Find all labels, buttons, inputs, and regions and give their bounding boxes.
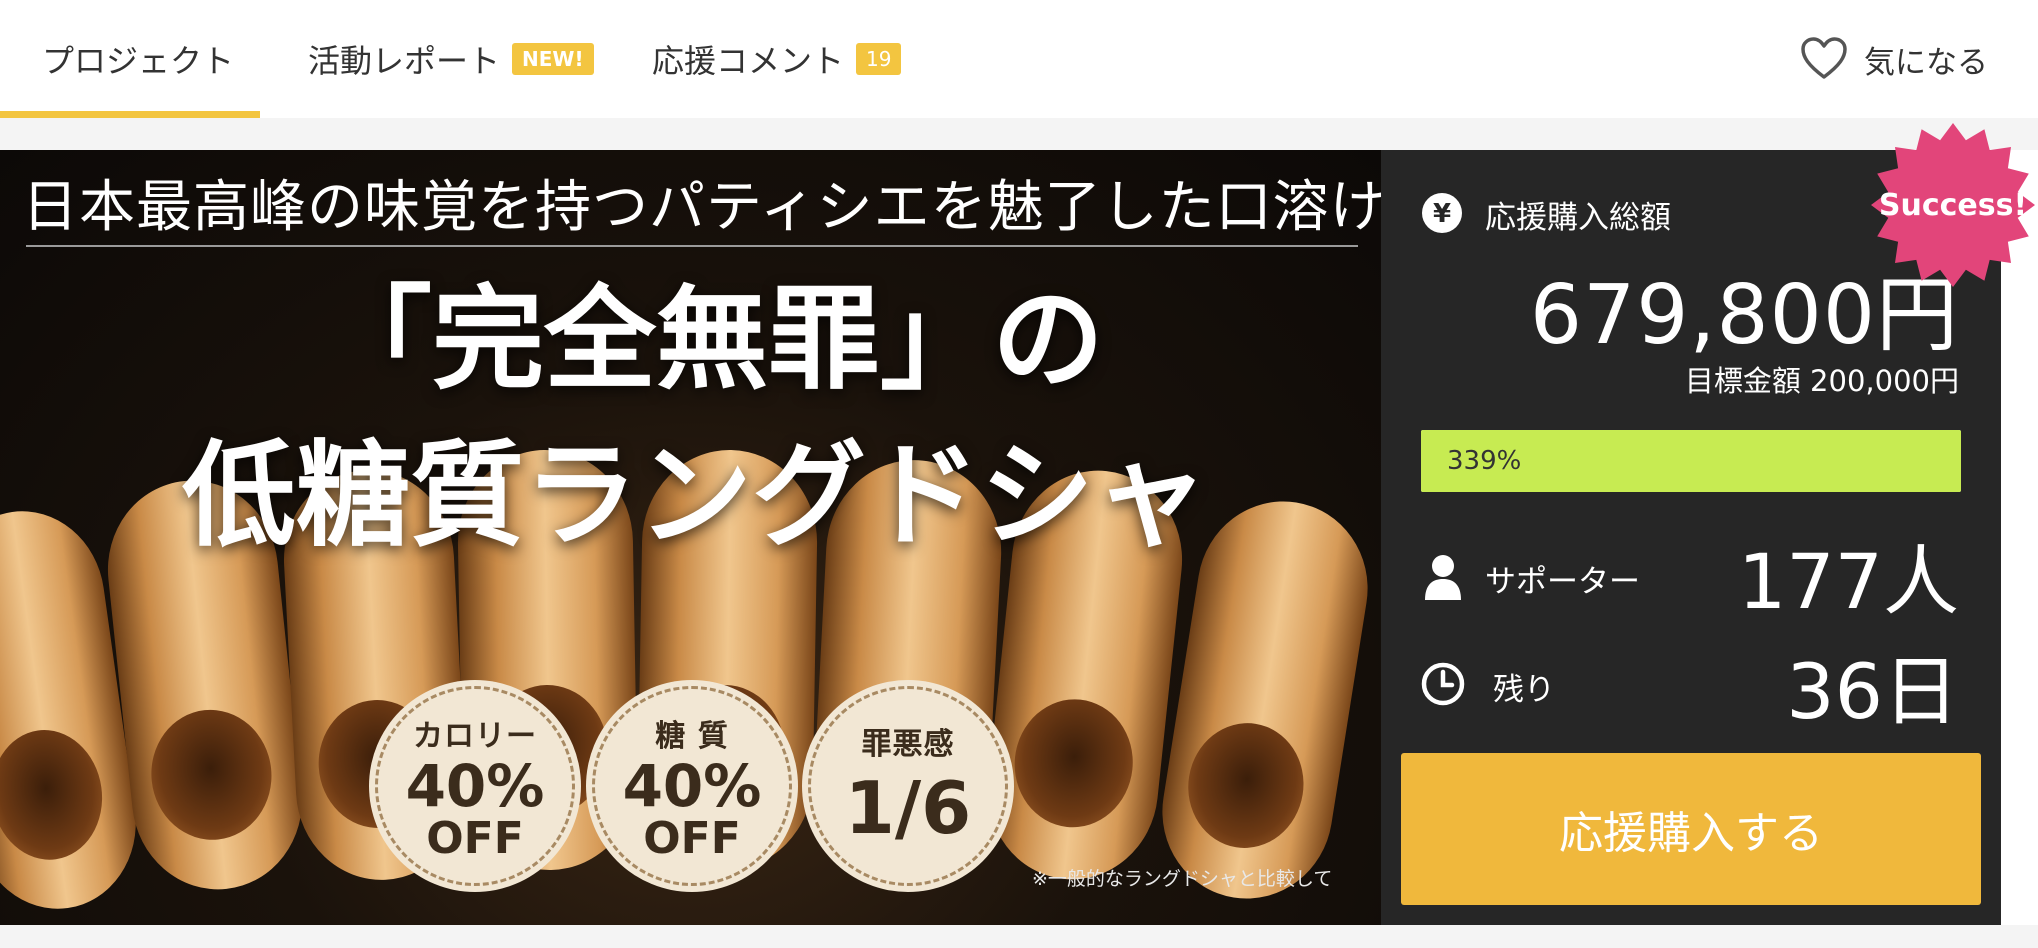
goal-amount: 目標金額 200,000円 — [1684, 364, 1959, 398]
total-amount-label: 応援購入総額 — [1485, 200, 1671, 236]
favorite-button[interactable]: 気になる — [1800, 0, 1988, 118]
hero-divider — [26, 245, 1358, 247]
supporters-label: サポーター — [1485, 564, 1640, 600]
sugar-badge: 糖 質 40% OFF — [592, 686, 792, 886]
tab-support-comments[interactable]: 応援コメント 19 — [652, 0, 902, 118]
comment-count-badge: 19 — [856, 43, 902, 75]
comparison-note: ※一般的なラングドシャと比較して — [1032, 868, 1333, 890]
guilt-badge-value: 1/6 — [844, 766, 972, 850]
heart-outline-icon — [1801, 37, 1847, 79]
hero-headline: 日本最高峰の味覚を持つパティシエを魅了した口溶け — [22, 175, 1381, 240]
guilt-badge-title: 罪悪感 — [861, 727, 955, 762]
remaining-label: 残り — [1493, 672, 1555, 708]
person-icon — [1423, 554, 1463, 600]
success-badge-text: Success! — [1878, 187, 2028, 223]
supporters-value: 177人 — [1737, 537, 1959, 626]
tab-project[interactable]: プロジェクト — [42, 0, 234, 118]
calorie-badge-title: カロリー — [413, 719, 537, 754]
sugar-badge-value: 40% — [622, 752, 762, 820]
clock-icon — [1421, 662, 1465, 706]
calorie-badge-value: 40% — [405, 752, 545, 820]
tab-activity-report[interactable]: 活動レポート NEW! — [308, 0, 594, 118]
svg-text:¥: ¥ — [1433, 199, 1451, 229]
support-purchase-button[interactable]: 応援購入する — [1401, 753, 1981, 905]
remaining-value: 36日 — [1786, 647, 1959, 736]
hero-title-line1: 「完全無罪」の — [320, 274, 1104, 405]
progress-percent: 339% — [1447, 446, 1522, 476]
tab-project-label: プロジェクト — [42, 42, 235, 80]
top-tab-bar: プロジェクト 活動レポート NEW! 応援コメント 19 気になる — [0, 0, 2038, 118]
yen-icon: ¥ — [1421, 192, 1463, 234]
funding-progress-bar: 339% — [1421, 430, 1961, 492]
sugar-badge-title: 糖 質 — [655, 719, 729, 754]
separator-strip — [0, 118, 2038, 150]
guilt-badge: 罪悪感 1/6 — [808, 686, 1008, 886]
calorie-badge-suffix: OFF — [426, 813, 524, 864]
tab-support-comments-label: 応援コメント — [652, 42, 845, 80]
project-hero-image: 日本最高峰の味覚を持つパティシエを魅了した口溶け 「完全無罪」の 低糖質ラングド… — [0, 150, 1381, 925]
sugar-badge-suffix: OFF — [643, 813, 741, 864]
success-badge: Success! — [1868, 120, 2038, 290]
favorite-label: 気になる — [1864, 44, 1988, 81]
calorie-badge: カロリー 40% OFF — [375, 686, 575, 886]
active-tab-indicator — [0, 111, 260, 118]
hero-title-line2: 低糖質ラングドシャ — [182, 428, 1209, 562]
new-badge: NEW! — [512, 43, 594, 75]
bottom-strip — [0, 925, 2038, 948]
tab-activity-report-label: 活動レポート — [308, 42, 501, 80]
